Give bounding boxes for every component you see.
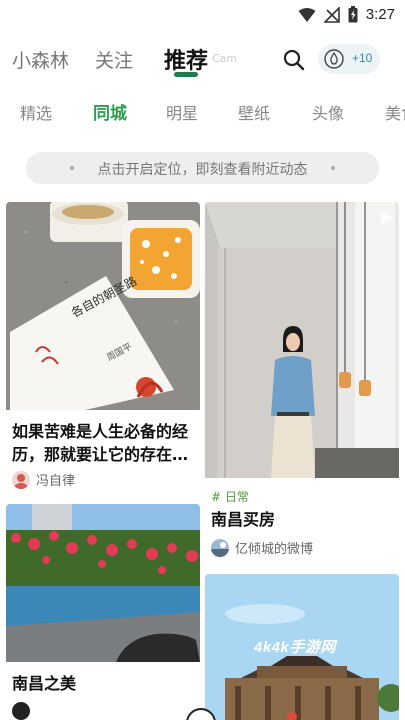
location-banner[interactable]: 点击开启定位，即刻查看附近动态 bbox=[26, 152, 379, 184]
battery-icon bbox=[348, 6, 358, 23]
search-icon bbox=[283, 49, 305, 71]
card-title: 南昌买房 bbox=[211, 510, 276, 529]
coin-count: +10 bbox=[352, 51, 373, 65]
active-tab-indicator bbox=[174, 72, 198, 77]
avatar bbox=[12, 702, 30, 720]
card-image bbox=[205, 202, 399, 478]
status-time: 3:27 bbox=[365, 6, 395, 23]
search-button[interactable] bbox=[280, 46, 308, 74]
wifi-icon bbox=[298, 7, 316, 22]
author-name: 冯自律 bbox=[36, 474, 76, 489]
location-banner-text: 点击开启定位，即刻查看附近动态 bbox=[97, 162, 308, 178]
tab-recommend[interactable]: 推荐 bbox=[164, 43, 208, 75]
feed-card[interactable]: 南昌之美 bbox=[6, 504, 200, 720]
category-tab-wallpaper[interactable]: 壁纸 bbox=[238, 100, 270, 124]
tab-forest[interactable]: 小森林 bbox=[12, 46, 69, 73]
category-tab-food[interactable]: 美食 bbox=[385, 100, 405, 124]
card-author[interactable]: 冯自律 bbox=[12, 470, 75, 489]
category-tab-celebrity[interactable]: 明星 bbox=[166, 100, 198, 124]
tab-follow[interactable]: 关注 bbox=[95, 46, 133, 73]
feed-card[interactable]: # 日常 南昌买房 亿倾城的微博 bbox=[205, 202, 399, 562]
no-signal-icon bbox=[323, 6, 340, 23]
category-tabs: 精选 同城 明星 壁纸 头像 美食 bbox=[0, 96, 405, 126]
tab-ghost-text: Cam bbox=[212, 52, 238, 65]
card-title: 如果苦难是人生必备的经历，那就要让它的存在… bbox=[12, 422, 189, 464]
water-drop-icon bbox=[324, 49, 344, 69]
category-tab-avatar[interactable]: 头像 bbox=[312, 100, 344, 124]
avatar bbox=[12, 470, 30, 489]
banner-dot-right bbox=[331, 166, 335, 170]
card-tag[interactable]: # 日常 bbox=[211, 488, 249, 505]
category-tab-local[interactable]: 同城 bbox=[93, 99, 127, 124]
card-author[interactable]: 亿倾城的微博 bbox=[211, 538, 313, 557]
avatar bbox=[211, 538, 229, 557]
top-nav: 小森林 关注 推荐 Cam +10 bbox=[0, 38, 405, 82]
card-title: 南昌之美 bbox=[12, 674, 77, 693]
card-image bbox=[6, 504, 200, 662]
status-icons: 3:27 bbox=[298, 6, 395, 23]
watermark-text: 4k4k手游网 bbox=[254, 639, 336, 656]
author-name: 亿倾城的微博 bbox=[235, 542, 314, 557]
status-bar: 3:27 bbox=[0, 0, 405, 34]
coin-reward-button[interactable]: +10 bbox=[318, 44, 380, 74]
notification-badge bbox=[287, 712, 297, 720]
card-author[interactable] bbox=[12, 702, 30, 720]
category-tab-featured[interactable]: 精选 bbox=[20, 100, 52, 124]
card-image: 各自的朝圣路 周国平 bbox=[6, 202, 200, 410]
feed-card[interactable]: 各自的朝圣路 周国平 如果苦难是人生必备的经历，那就要让它的存在… 冯自律 bbox=[6, 202, 200, 492]
